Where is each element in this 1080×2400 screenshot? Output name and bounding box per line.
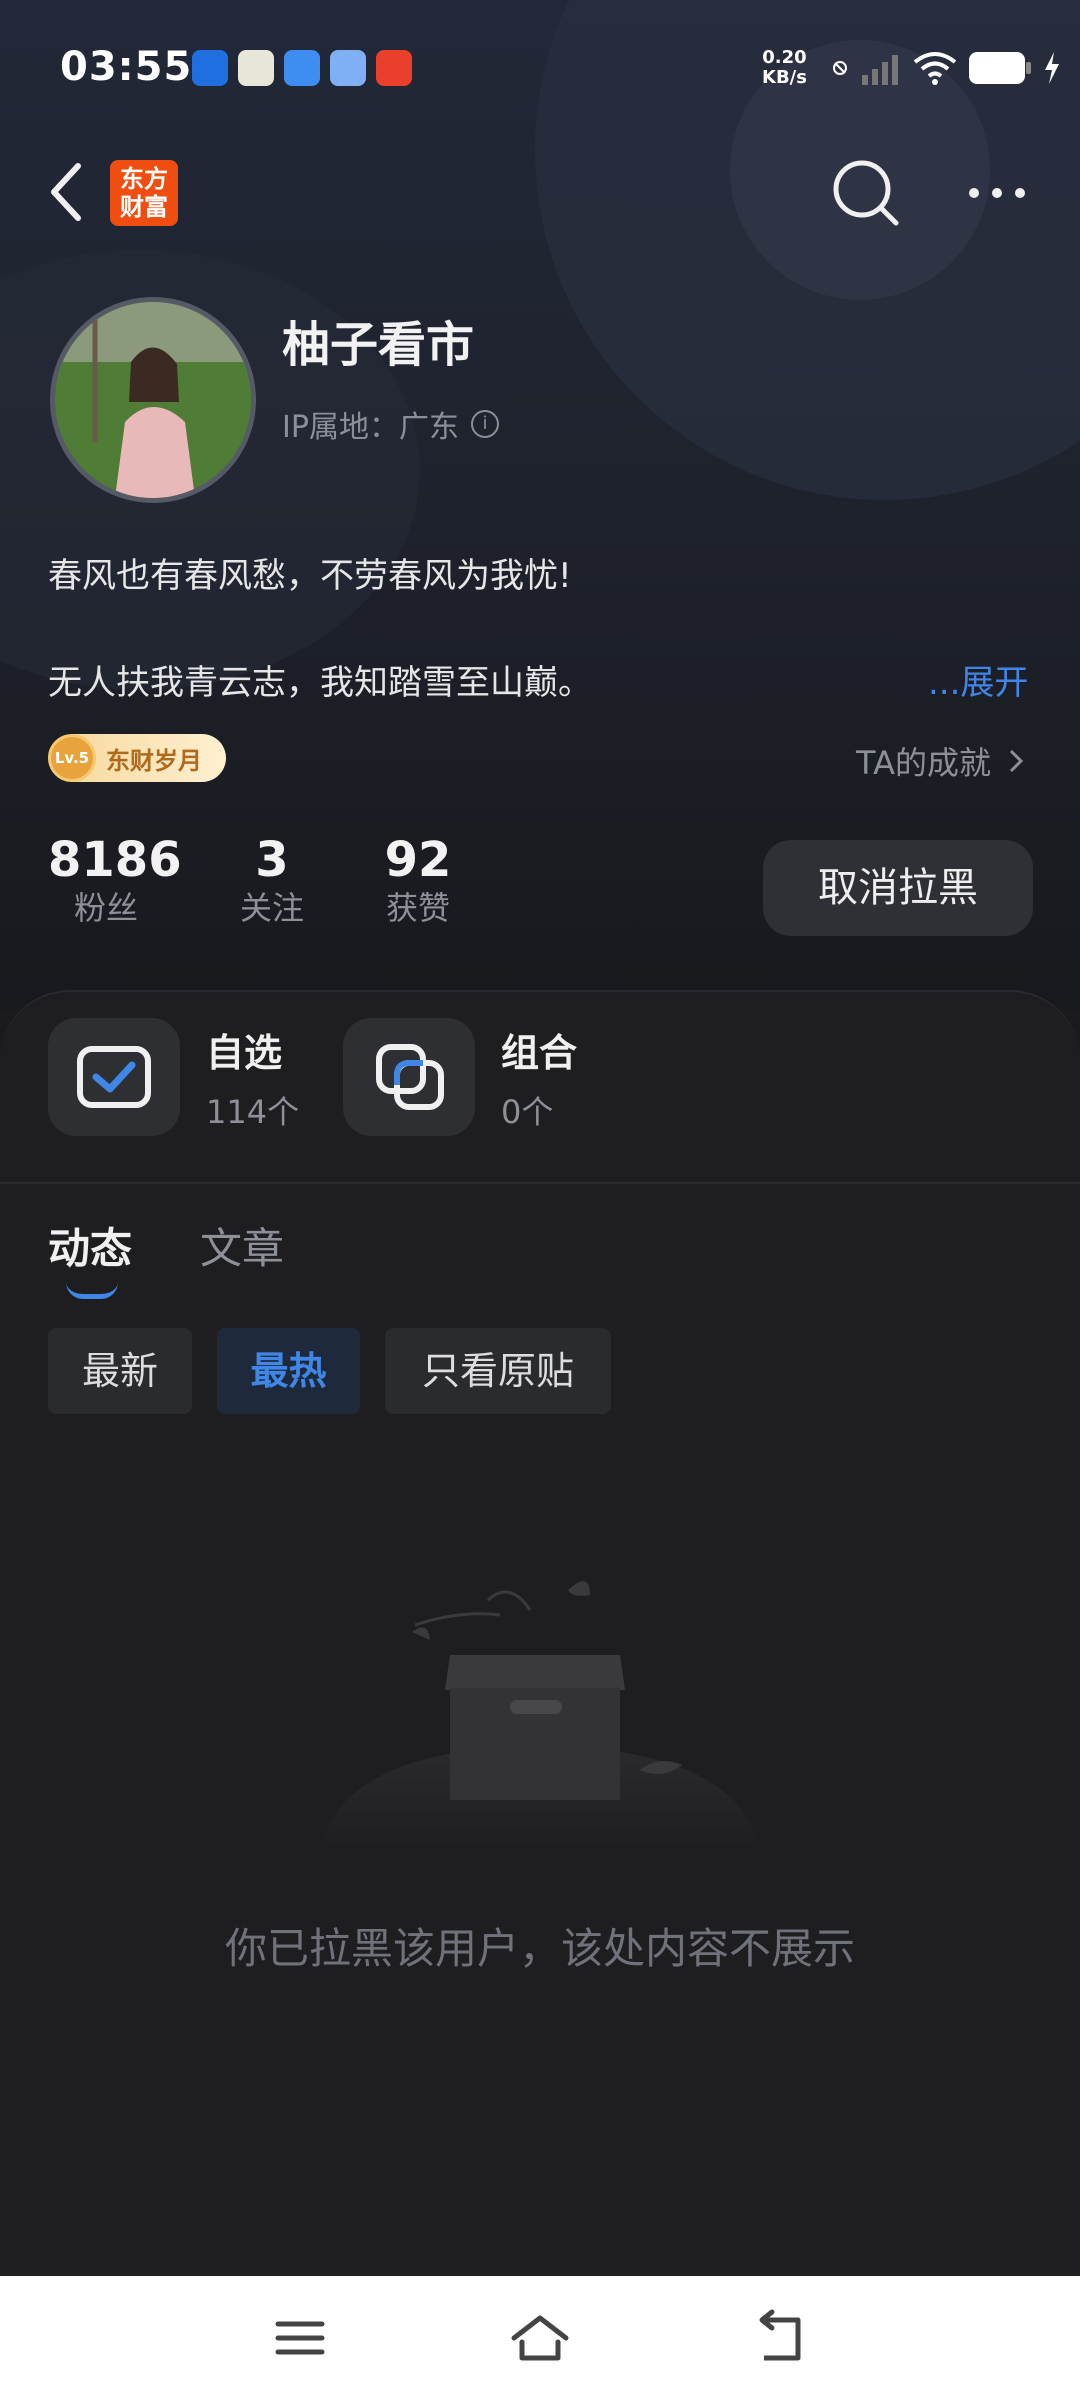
achievements-label: TA的成就: [856, 744, 991, 782]
bio-line-1: 春风也有春风愁，不劳春风为我忧!: [48, 556, 572, 596]
level-badge-icon: Lv.5: [48, 734, 96, 782]
menu-icon: [275, 2321, 325, 2355]
section-divider: [0, 1182, 1080, 1184]
followers-label: 粉丝: [73, 889, 138, 927]
more-options-button[interactable]: [966, 175, 1028, 211]
filter-hottest[interactable]: 最热: [217, 1328, 360, 1414]
watchlist-count: 114个: [206, 1092, 300, 1131]
following-label: 关注: [239, 889, 304, 927]
network-speed-unit: KB/s: [762, 67, 807, 88]
portfolio-tile[interactable]: 组合 0个: [343, 1018, 577, 1136]
level-badge[interactable]: Lv.5 东财岁月: [48, 734, 226, 782]
watchlist-icon-container: [48, 1018, 180, 1136]
ip-location: IP属地：广东 i: [282, 402, 499, 446]
wifi-icon: [913, 52, 957, 85]
app-notification-icon: [238, 50, 274, 86]
watchlist-text: 自选 114个: [206, 1022, 299, 1133]
followers-count: 8186: [48, 832, 182, 888]
back-button[interactable]: [44, 160, 88, 224]
portfolio-count: 0个: [501, 1092, 554, 1131]
system-status-icons: [830, 50, 1062, 86]
recent-apps-button[interactable]: [268, 2306, 332, 2370]
bio-line-2: 无人扶我青云志，我知踏雪至山巅。: [48, 663, 592, 703]
return-icon: [759, 2309, 801, 2361]
expand-bio-link[interactable]: ...展开: [928, 655, 1028, 704]
search-icon: [833, 160, 899, 226]
likes-count: 92: [384, 832, 452, 888]
home-icon: [511, 2315, 569, 2361]
notification-icons: [192, 50, 412, 86]
logo-text-line2: 财富: [120, 193, 168, 221]
home-button[interactable]: [508, 2306, 572, 2370]
chevron-left-icon: [51, 163, 81, 221]
likes-label: 获赞: [385, 889, 450, 927]
unblock-button[interactable]: 取消拉黑: [763, 840, 1033, 936]
network-speed-value: 0.20: [762, 47, 807, 68]
status-time: 03:55: [60, 44, 193, 90]
do-not-disturb-icon: [833, 61, 847, 75]
battery-icon: [969, 52, 1031, 84]
chevron-right-icon: [1010, 749, 1024, 773]
app-notification-icon: [192, 50, 228, 86]
tab-articles[interactable]: 文章: [200, 1215, 284, 1276]
avatar[interactable]: [50, 297, 256, 503]
watchlist-tile[interactable]: 自选 114个: [48, 1018, 299, 1136]
portfolio-text: 组合 0个: [501, 1022, 577, 1133]
charging-icon: [1045, 52, 1059, 84]
info-icon[interactable]: i: [470, 410, 499, 438]
filter-latest[interactable]: 最新: [48, 1328, 192, 1414]
tab-posts[interactable]: 动态: [48, 1215, 132, 1276]
following-stat[interactable]: 3 关注: [232, 832, 312, 928]
back-nav-button[interactable]: [748, 2306, 812, 2370]
watchlist-title: 自选: [206, 1030, 283, 1075]
more-icon: [969, 188, 1025, 198]
blocked-empty-message: 你已拉黑该用户，该处内容不展示: [224, 1924, 855, 1973]
empty-box-illustration: [310, 1570, 770, 1850]
app-notification-icon: [376, 50, 412, 86]
level-badge-label: 东财岁月: [106, 746, 202, 775]
portfolio-icon-container: [343, 1018, 475, 1136]
likes-stat[interactable]: 92 获赞: [376, 832, 460, 928]
following-count: 3: [255, 832, 289, 888]
portfolio-icon: [376, 1044, 444, 1110]
search-button[interactable]: [828, 155, 904, 231]
avatar-photo: [55, 302, 251, 498]
empty-box-icon: [320, 1581, 760, 1850]
achievements-link[interactable]: TA的成就: [856, 738, 1025, 784]
network-speed: 0.20 KB/s: [762, 48, 807, 88]
ip-location-text: IP属地：广东: [282, 410, 459, 445]
app-notification-icon: [330, 50, 366, 86]
watchlist-check-icon: [77, 1046, 151, 1108]
filter-original-only[interactable]: 只看原贴: [385, 1328, 611, 1414]
followers-stat[interactable]: 8186 粉丝: [48, 832, 182, 928]
app-notification-icon: [284, 50, 320, 86]
app-logo[interactable]: 东方 财富: [110, 160, 178, 226]
username: 柚子看市: [282, 317, 475, 373]
logo-text-line1: 东方: [120, 165, 168, 193]
portfolio-title: 组合: [501, 1030, 578, 1075]
signal-icon: [862, 55, 898, 85]
